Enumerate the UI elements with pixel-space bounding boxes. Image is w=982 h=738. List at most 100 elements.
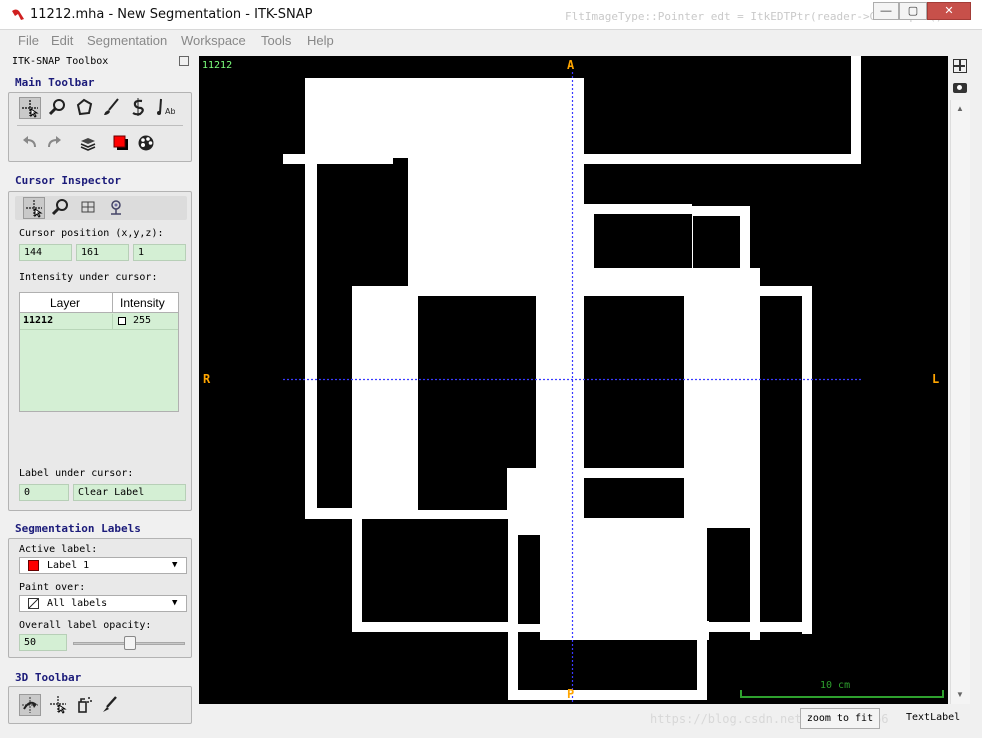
undo-button[interactable] [19,133,41,155]
intensity-table: Layer Intensity 11212 255 [19,292,179,412]
annotation-tool-button[interactable]: Ab [154,97,176,119]
camera-icon[interactable] [953,83,967,93]
paint-over-value: All labels [47,598,108,609]
label-color-button[interactable] [110,133,132,155]
3d-toolbar-heading: 3D Toolbar [15,671,82,684]
opacity-value-field[interactable]: 50 [19,634,67,651]
orientation-right: L [932,372,940,386]
crosshair-tool-button[interactable] [19,97,41,119]
magnifier-icon [51,199,68,216]
scroll-up-icon[interactable]: ▲ [956,104,964,113]
segmentation-labels-heading: Segmentation Labels [15,522,141,535]
viewer-side-toolbar: ▲ ▼ [950,56,972,704]
menu-help[interactable]: Help [307,33,334,48]
cursor-x-field[interactable]: 144 [19,244,72,261]
cursor-inspector: Cursor position (x,y,z): 144 161 1 Inten… [8,191,192,511]
layers-button[interactable] [77,133,99,155]
opacity-slider-track[interactable] [73,636,185,650]
table-header: Layer Intensity [20,293,178,313]
rotate-3d-button[interactable] [19,694,41,716]
scale-bar [740,690,944,698]
cursor-z-field[interactable]: 1 [133,244,186,261]
menu-file[interactable]: File [18,33,39,48]
minimize-button[interactable]: — [873,2,899,20]
label-color-icon [113,135,128,150]
annotation-icon: Ab [157,98,176,116]
viewer-scrollbar[interactable]: ▲ ▼ [950,100,970,704]
scalpel-3d-button[interactable] [99,694,121,716]
cursor-position-label: Cursor position (x,y,z): [19,228,164,239]
cursor-y-field[interactable]: 161 [76,244,129,261]
layer-name-label: 11212 [202,60,233,71]
label-color-swatch [28,560,39,571]
column-header-layer: Layer [50,296,81,310]
main-toolbar-heading: Main Toolbar [15,76,95,89]
table-row[interactable]: 11212 255 [20,314,178,330]
opacity-title: Overall label opacity: [19,620,152,631]
menu-bar: File Edit Segmentation Workspace Tools H… [0,30,982,52]
snake-icon [132,98,144,116]
label-id-field[interactable]: 0 [19,484,69,501]
row-intensity-value: 255 [133,315,152,326]
label-name-field[interactable]: Clear Label [73,484,186,501]
crosshair-3d-icon [50,696,67,714]
all-labels-icon [28,598,39,609]
inspector-anchor-button[interactable] [105,197,127,219]
spray-icon [78,697,92,713]
opacity-slider-handle[interactable] [124,636,136,650]
paint-over-title: Paint over: [19,582,86,593]
segmentation-labels-panel: Active label: Label 1 ▼ Paint over: All … [8,538,192,658]
toolbar-divider [17,125,183,126]
redo-icon [48,136,61,148]
menu-edit[interactable]: Edit [51,33,73,48]
itk-snap-logo-icon [10,7,26,23]
window-title: 11212.mha - New Segmentation - ITK-SNAP [30,7,313,22]
paint-over-dropdown[interactable]: All labels ▼ [19,595,187,612]
crosshair-overlay [283,72,863,704]
inspector-table-button[interactable] [77,197,99,219]
active-label-dropdown[interactable]: Label 1 ▼ [19,557,187,574]
toolbox-panel: ITK-SNAP Toolbox Main Toolbar Ab Cursor … [0,52,196,738]
menu-segmentation[interactable]: Segmentation [87,33,167,48]
chevron-down-icon: ▼ [172,560,178,570]
polygon-tool-button[interactable] [73,97,95,119]
orientation-top: A [567,58,575,72]
menu-workspace[interactable]: Workspace [181,33,246,48]
palette-icon [138,135,154,151]
menu-tools[interactable]: Tools [261,33,291,48]
palette-button[interactable] [135,133,157,155]
crosshair-icon [22,100,39,118]
zoom-to-fit-button[interactable]: zoom to fit [800,708,880,729]
spray-3d-button[interactable] [73,694,95,716]
close-button[interactable]: ✕ [927,2,971,20]
scalpel-icon [103,696,117,712]
paintbrush-tool-button[interactable] [100,97,122,119]
snake-tool-button[interactable] [127,97,149,119]
scroll-down-icon[interactable]: ▼ [956,690,964,699]
3d-toolbar [8,686,192,724]
status-bar: https://blog.csdn.net/qq_41010466 zoom t… [199,704,982,738]
maximize-button[interactable]: ▢ [899,2,927,20]
chevron-down-icon: ▼ [172,598,178,608]
crosshair-3d-button[interactable] [47,694,69,716]
undock-icon[interactable] [179,56,189,66]
intensity-label: Intensity under cursor: [19,272,158,283]
orientation-bottom: P [567,687,575,701]
label-under-cursor-label: Label under cursor: [19,468,134,479]
redo-button[interactable] [43,133,65,155]
layout-icon[interactable] [953,59,967,73]
slice-viewer[interactable]: 11212 A P R L 10 cm [199,56,948,704]
paintbrush-icon [104,98,119,115]
active-label-title: Active label: [19,544,98,555]
zoom-tool-button[interactable] [46,97,68,119]
inspector-zoom-button[interactable] [49,197,71,219]
magnifier-icon [48,99,65,116]
main-toolbar: Ab [8,92,192,162]
scale-bar-label: 10 cm [820,680,851,691]
active-label-value: Label 1 [47,560,90,571]
inspector-crosshair-button[interactable] [23,197,45,219]
orientation-left: R [203,372,211,386]
cursor-inspector-heading: Cursor Inspector [15,174,121,187]
toolbox-title: ITK-SNAP Toolbox [12,56,109,67]
text-label: TextLabel [906,712,961,723]
